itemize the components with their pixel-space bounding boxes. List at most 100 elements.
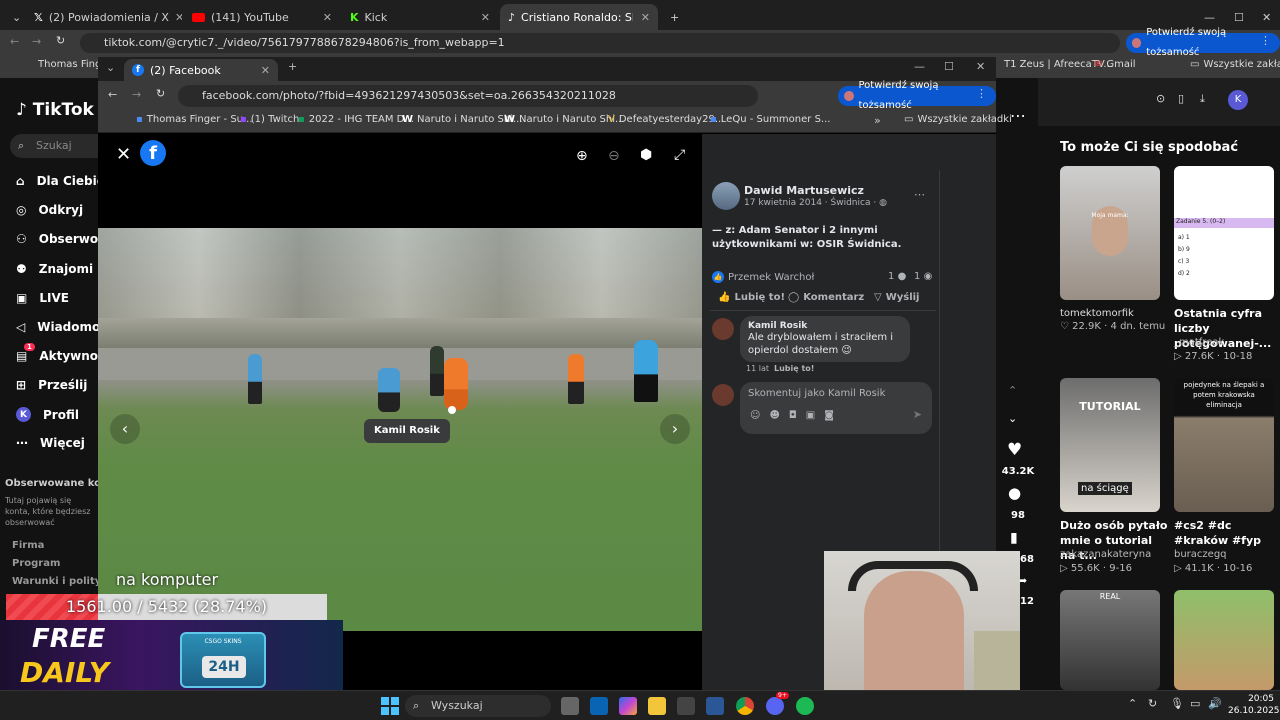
comment-like-link[interactable]: Lubię to! [774,364,814,373]
close-icon[interactable]: ✕ [261,64,270,77]
share-button[interactable]: ▽ Wyślij [874,292,920,303]
footer-link-terms[interactable]: Warunki i polityki [12,576,111,587]
chevron-up-icon[interactable]: ⌃ [1128,697,1137,710]
close-window-button[interactable]: ✕ [976,60,985,73]
forward-icon[interactable]: → [32,35,41,48]
discord-icon[interactable]: 9+ [766,692,789,715]
bookmark[interactable]: ▪ 2022 - IHG TEAM D... [298,114,414,125]
comment-button[interactable]: ◯ Komentarz [788,292,864,303]
avatar[interactable]: K [1228,90,1248,110]
volume-icon[interactable]: 🔊 [1208,697,1222,710]
new-tab-button[interactable]: + [662,4,682,30]
bookmark[interactable]: V Defeatyesterday29... [608,114,724,125]
close-icon[interactable]: ✕ [323,11,332,24]
reactions-summary[interactable]: 👍 Przemek Warchoł [712,271,814,283]
facebook-logo-icon[interactable]: f [140,140,166,166]
more-options-icon[interactable]: ⋯ [1010,106,1026,125]
tiktok-logo[interactable]: ♪ TikTok [16,100,94,120]
more-options-icon[interactable]: ⋯ [914,188,925,201]
tab-notifications-x[interactable]: 𝕏 (2) Powiadomienia / X ✕ [26,4,182,30]
avatar-sticker-icon[interactable]: ☺ [750,410,760,421]
sticker-icon[interactable]: ◙ [824,410,834,421]
video-author[interactable]: tomektomorfik [1060,308,1134,319]
network-icon[interactable]: ▭ [1190,697,1200,710]
clock[interactable]: 20:05 26.10.2025 [1228,693,1280,717]
comment-input[interactable]: Skomentuj jako Kamil Rosik ☺ ☻ ◘ ▣ ◙ ➤ [740,382,932,434]
nav-messages[interactable]: ◁ Wiadomoś [16,320,107,334]
maximize-button[interactable]: ☐ [944,60,954,73]
close-icon[interactable]: ✕ [175,11,182,24]
verify-identity-button[interactable]: Potwierdź swoją tożsamość [1126,27,1280,58]
menu-icon[interactable]: ⋮ [1260,34,1271,47]
bookmark-icon[interactable]: ▮ [1010,530,1018,546]
tab-list-button[interactable]: ⌄ [106,61,115,74]
like-button[interactable]: 👍 Lubię to! [718,292,785,303]
bookmark-all[interactable]: ▭Wszystkie zakładki [904,114,1012,125]
fb-url-field[interactable]: facebook.com/photo/?fbid=493621297430503… [178,85,758,107]
bookmark-all[interactable]: ▭Wszystkie zakładki [1190,59,1280,70]
camera-icon[interactable]: ◘ [789,410,797,421]
nav-profile[interactable]: K Profil [16,407,79,422]
chevron-down-icon[interactable]: ⌄ [1008,412,1017,425]
taskbar-search-input[interactable]: ⌕ Wyszukaj [405,695,551,717]
chevron-up-icon[interactable]: ⌃ [1008,384,1017,397]
video-thumb-3[interactable]: TUTORIAL na ściągę [1060,378,1160,512]
download-icon[interactable]: ⤓ [1200,92,1205,106]
store-icon[interactable] [677,697,695,715]
fullscreen-icon[interactable]: ⤢ [674,147,685,163]
nav-friends[interactable]: ⚉ Znajomi [16,262,93,276]
video-author[interactable]: _matfreak [1174,337,1224,348]
verify-identity-button[interactable]: Potwierdź swoją tożsamość [838,80,996,111]
tab-facebook[interactable]: f (2) Facebook ✕ [124,59,278,81]
copilot-icon[interactable] [619,697,637,715]
back-icon[interactable]: ← [108,88,117,101]
video-thumb-4[interactable]: pojedynek na ślepaki a potem krakowska e… [1174,378,1274,512]
bookmark[interactable]: ▪ (1) Twitch [240,114,299,125]
emoji-icon[interactable]: ☻ [769,410,779,421]
outer-url-field[interactable]: tiktok.com/@crytic7._/video/756179778867… [80,33,1120,53]
new-tab-button[interactable]: + [288,60,297,73]
comment-count[interactable]: 1 ● [888,271,906,282]
start-button[interactable] [381,697,399,715]
photo-tag-label[interactable]: Kamil Rosik [364,419,450,443]
tab-youtube[interactable]: (141) YouTube ✕ [184,4,340,30]
zoom-out-icon[interactable]: ⊖ [608,148,620,164]
nav-for-you[interactable]: ⌂ Dla Ciebie [16,174,105,188]
menu-icon[interactable]: ⋮ [976,87,987,100]
app-icon[interactable] [706,697,724,715]
tab-kick[interactable]: K Kick ✕ [342,4,498,30]
outlook-icon[interactable] [590,697,608,715]
close-icon[interactable]: ✕ [641,11,650,24]
video-thumb-2[interactable]: Zadanie 5. (0–2) a) 1 b) 9 c) 3 d) 2 [1174,166,1274,300]
video-thumb-1[interactable]: Moja mama: [1060,166,1160,300]
bookmark[interactable]: W Naruto i Naruto Shi... [504,114,625,125]
back-icon[interactable]: ← [10,35,19,48]
close-icon[interactable]: ✕ [481,11,490,24]
footer-link-company[interactable]: Firma [12,540,44,551]
video-thumb-6[interactable] [1174,590,1274,690]
ad-banner[interactable]: FREE DAILY CSGO SKINS 24H [0,620,343,690]
footer-link-program[interactable]: Program [12,558,60,569]
bookmark[interactable]: ▪ LeQu - Summoner S... [710,114,830,125]
comment-author[interactable]: Kamil Rosik [748,321,902,331]
next-photo-button[interactable]: › [660,414,690,444]
phone-icon[interactable]: ▯ [1178,92,1184,105]
sync-icon[interactable]: ↻ [1148,697,1157,710]
nav-following[interactable]: ⚇ Obserwow [16,232,109,246]
chrome-icon[interactable] [736,697,754,715]
video-author[interactable]: zakazanakateryna [1060,549,1151,560]
tab-list-button[interactable]: ⌄ [4,4,24,30]
nav-live[interactable]: ▣ LIVE [16,291,69,305]
author-avatar[interactable] [712,182,740,210]
chevron-right-icon[interactable]: » [874,114,881,127]
tiktok-search-input[interactable]: ⌕ Szukaj [10,134,98,158]
microphone-icon[interactable]: 🎙 [1170,697,1184,710]
send-comment-icon[interactable]: ➤ [913,408,922,421]
post-author[interactable]: Dawid Martusewicz [744,184,864,197]
video-title[interactable]: #cs2 #dc #kraków #fyp [1174,518,1278,548]
reload-icon[interactable]: ↻ [56,34,65,47]
nav-activity[interactable]: ▤ 1 Aktywnoś [16,343,105,363]
spotify-icon[interactable] [796,697,814,715]
task-view-icon[interactable] [561,697,579,715]
comment-icon[interactable]: ● [1008,484,1021,502]
